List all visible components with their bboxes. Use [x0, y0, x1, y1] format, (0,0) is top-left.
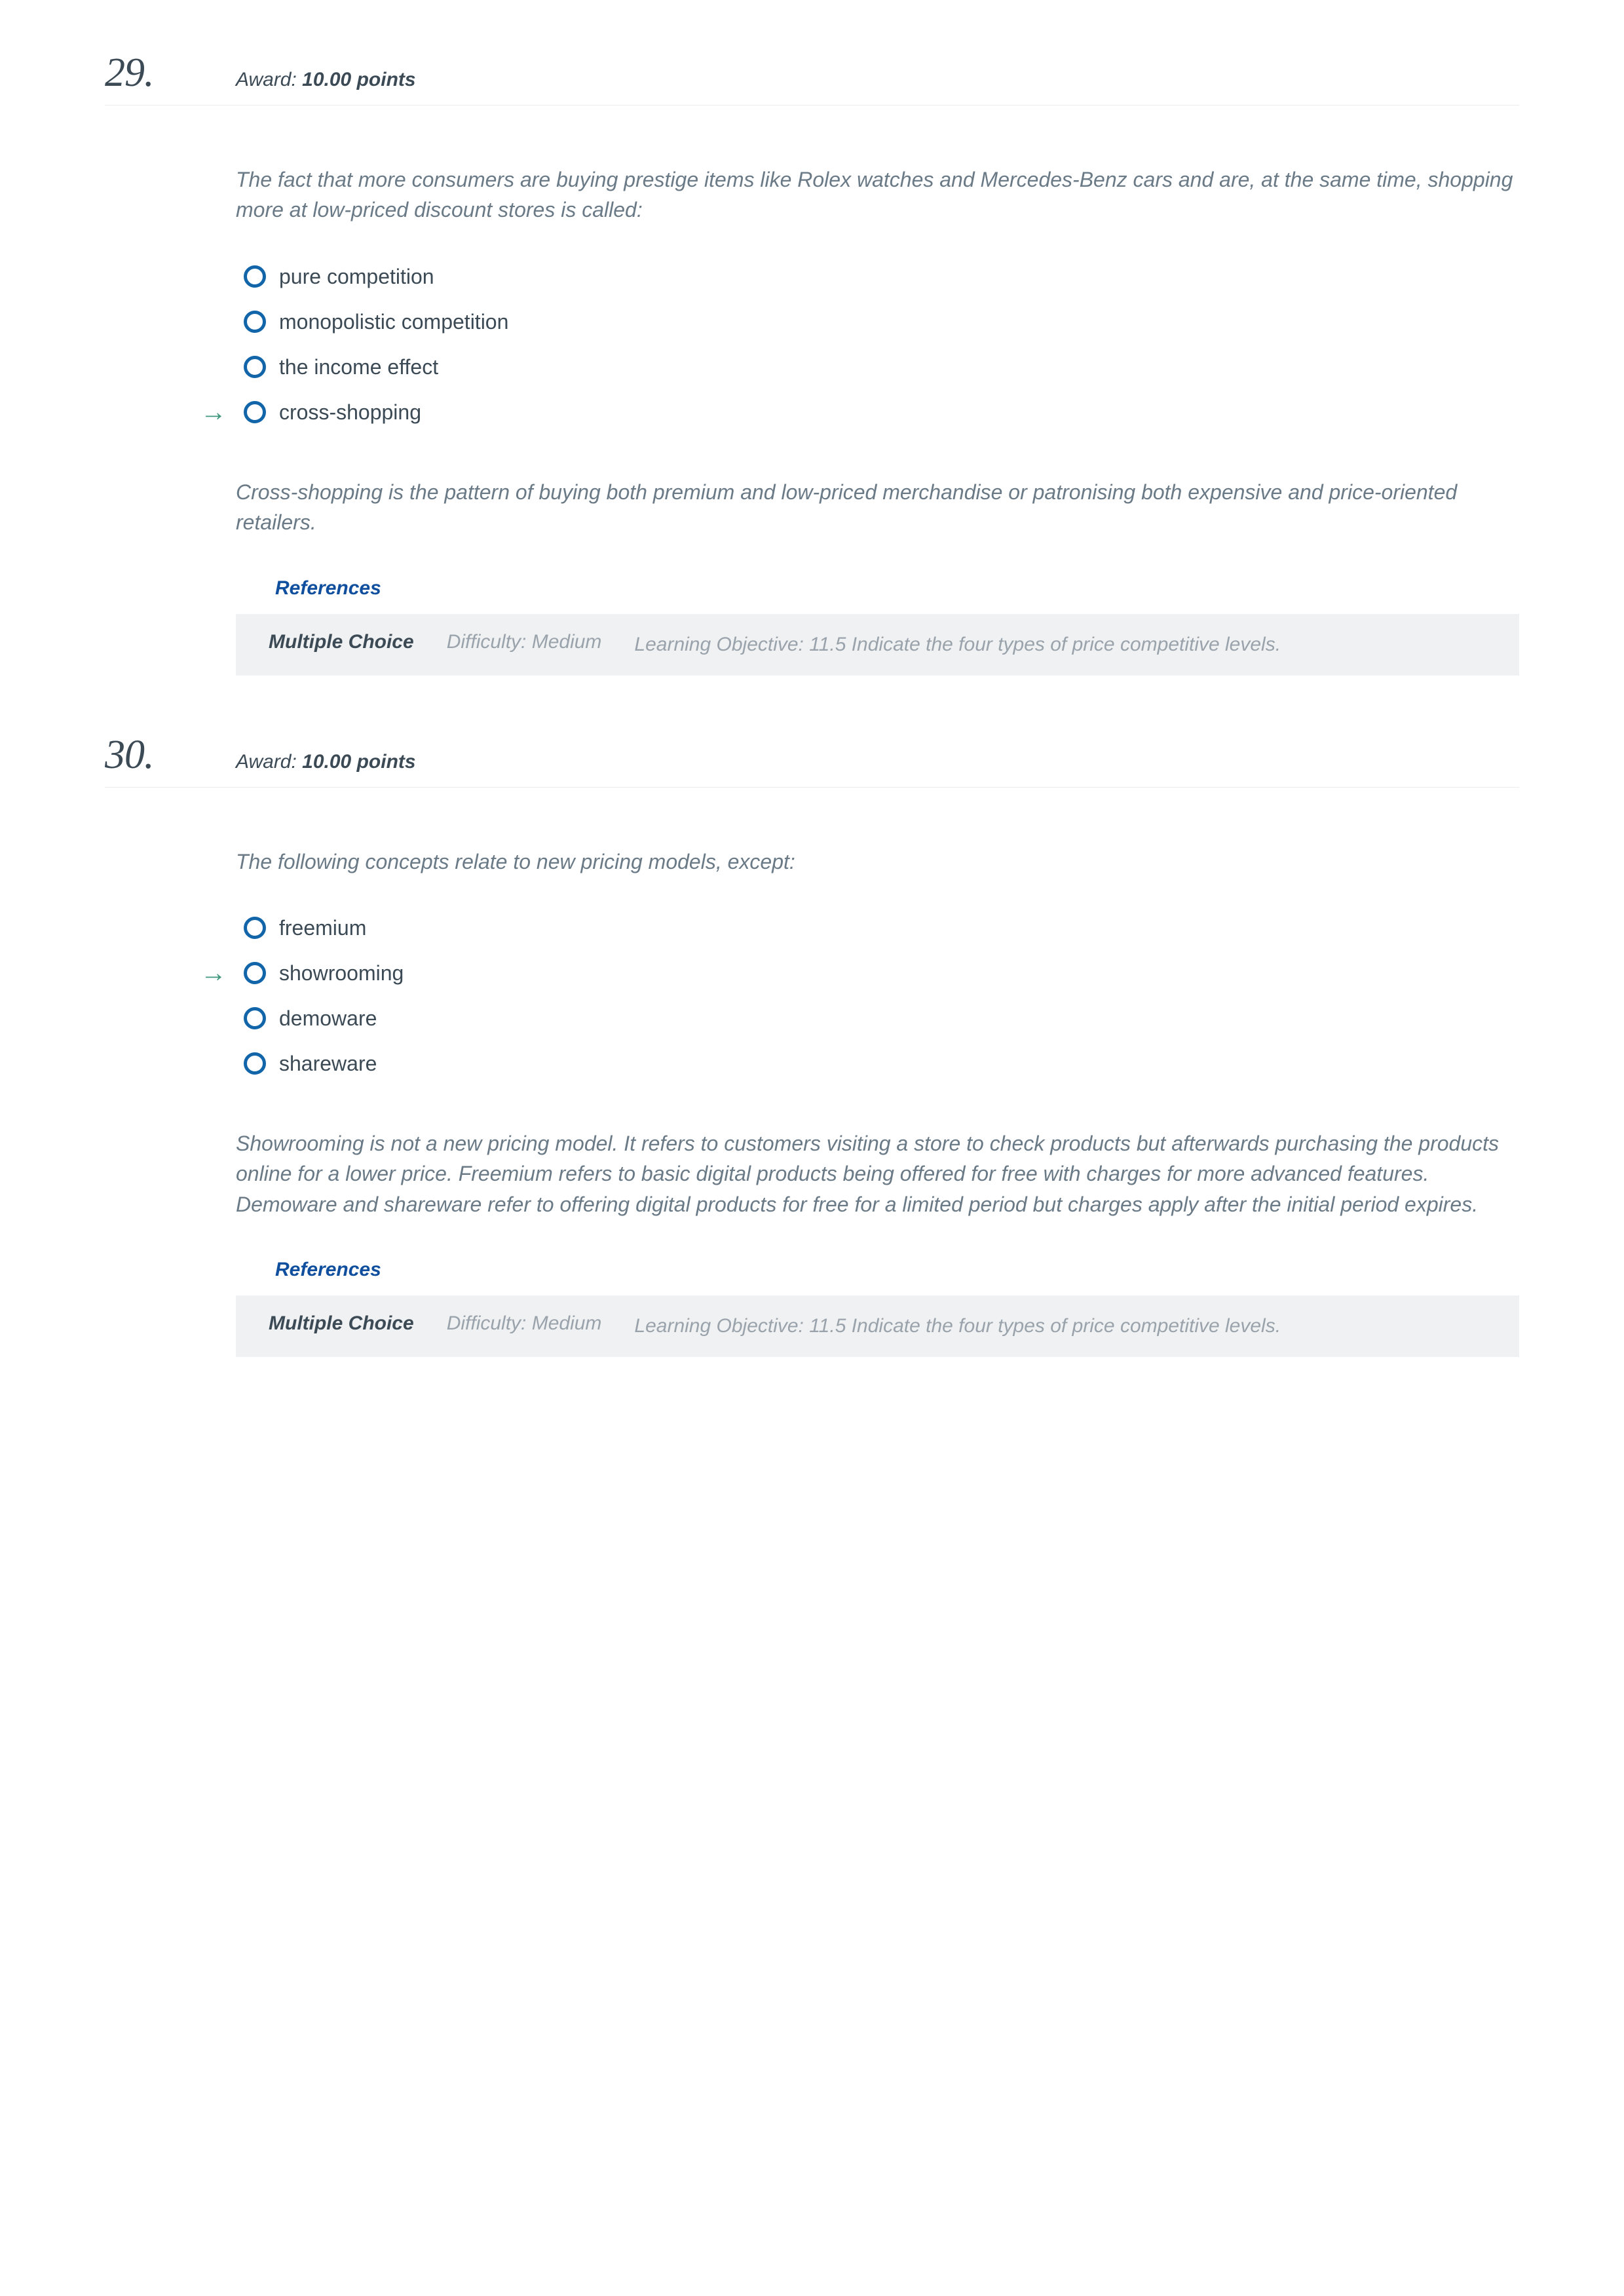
- choice-label: monopolistic competition: [279, 310, 508, 334]
- choice-list: freemium → showrooming demoware sharewar…: [236, 916, 1519, 1076]
- answer-explanation: Cross-shopping is the pattern of buying …: [236, 477, 1519, 538]
- question-stem: The following concepts relate to new pri…: [236, 847, 1519, 877]
- choice-row[interactable]: monopolistic competition: [244, 310, 1519, 334]
- learning-objective: Learning Objective: 11.5 Indicate the fo…: [634, 631, 1486, 659]
- correct-arrow-icon: →: [200, 399, 227, 425]
- award-prefix: Award:: [236, 69, 302, 90]
- choice-row[interactable]: the income effect: [244, 355, 1519, 379]
- radio-icon[interactable]: [244, 917, 266, 939]
- question-body: The following concepts relate to new pri…: [105, 847, 1519, 1358]
- choice-row[interactable]: shareware: [244, 1052, 1519, 1076]
- award-text: Award: 10.00 points: [236, 69, 416, 91]
- radio-icon[interactable]: [244, 1052, 266, 1075]
- radio-icon[interactable]: [244, 1007, 266, 1029]
- references-heading: References: [236, 1259, 1519, 1281]
- award-text: Award: 10.00 points: [236, 751, 416, 773]
- difficulty: Difficulty: Medium: [447, 1312, 602, 1335]
- question-header: 30. Award: 10.00 points: [105, 735, 1519, 788]
- learning-objective: Learning Objective: 11.5 Indicate the fo…: [634, 1312, 1486, 1340]
- choice-label: freemium: [279, 916, 366, 940]
- question-stem: The fact that more consumers are buying …: [236, 164, 1519, 225]
- choice-label: pure competition: [279, 265, 434, 289]
- references-heading: References: [236, 577, 1519, 600]
- award-points: 10.00 points: [302, 69, 415, 90]
- question-body: The fact that more consumers are buying …: [105, 164, 1519, 676]
- radio-icon[interactable]: [244, 311, 266, 333]
- references-bar: Multiple Choice Difficulty: Medium Learn…: [236, 1295, 1519, 1357]
- choice-label: demoware: [279, 1006, 377, 1031]
- difficulty: Difficulty: Medium: [447, 631, 602, 653]
- choice-row[interactable]: freemium: [244, 916, 1519, 940]
- references-bar: Multiple Choice Difficulty: Medium Learn…: [236, 614, 1519, 676]
- question-number: 30.: [105, 735, 236, 775]
- choice-label: the income effect: [279, 355, 438, 379]
- choice-list: pure competition monopolistic competitio…: [236, 265, 1519, 425]
- choice-row[interactable]: → cross-shopping: [244, 400, 1519, 425]
- award-points: 10.00 points: [302, 751, 415, 773]
- choice-row[interactable]: pure competition: [244, 265, 1519, 289]
- choice-label: shareware: [279, 1052, 377, 1076]
- question-number: 29.: [105, 52, 236, 93]
- answer-explanation: Showrooming is not a new pricing model. …: [236, 1128, 1519, 1219]
- radio-icon[interactable]: [244, 356, 266, 378]
- question-header: 29. Award: 10.00 points: [105, 52, 1519, 105]
- choice-label: cross-shopping: [279, 400, 421, 425]
- question-30: 30. Award: 10.00 points The following co…: [105, 735, 1519, 1358]
- question-29: 29. Award: 10.00 points The fact that mo…: [105, 52, 1519, 676]
- radio-icon[interactable]: [244, 265, 266, 288]
- correct-arrow-icon: →: [200, 960, 227, 986]
- choice-row[interactable]: demoware: [244, 1006, 1519, 1031]
- choice-label: showrooming: [279, 961, 404, 985]
- radio-icon[interactable]: [244, 401, 266, 423]
- choice-row[interactable]: → showrooming: [244, 961, 1519, 985]
- question-type: Multiple Choice: [269, 631, 414, 653]
- question-type: Multiple Choice: [269, 1312, 414, 1335]
- award-prefix: Award:: [236, 751, 302, 773]
- radio-icon[interactable]: [244, 962, 266, 984]
